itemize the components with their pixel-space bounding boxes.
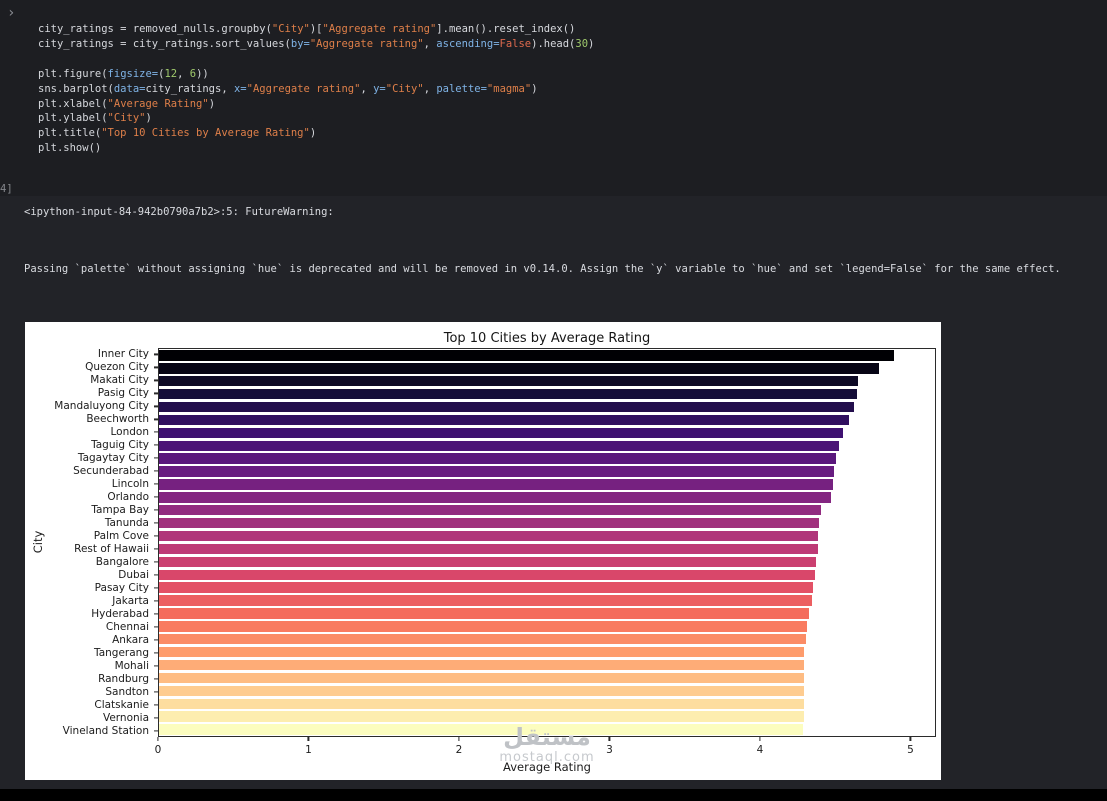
bar-randburg [159, 673, 804, 683]
code-line [38, 52, 594, 67]
bar-tagaytay-city [159, 453, 836, 463]
ytick-label: Sandton [105, 686, 149, 698]
ytick-label: Chennai [106, 621, 149, 633]
chart-title: Top 10 Cities by Average Rating [158, 331, 936, 346]
bar-ankara [159, 634, 806, 644]
code-line: plt.title("Top 10 Cities by Average Rati… [38, 126, 594, 141]
bar-quezon-city [159, 363, 879, 373]
xtick-label: 1 [305, 744, 312, 756]
bar-beechworth [159, 415, 849, 425]
code-line: city_ratings = city_ratings.sort_values(… [38, 37, 594, 52]
plot-area [158, 348, 936, 737]
bar-vernonia [159, 711, 804, 721]
bar-chennai [159, 621, 807, 631]
ytick-label: Inner City [98, 348, 149, 360]
bottom-bar [0, 789, 1107, 801]
bar-vineland-station [159, 724, 803, 734]
xtick-label: 3 [606, 744, 613, 756]
bar-hyderabad [159, 608, 809, 618]
code-line: sns.barplot(data=city_ratings, x="Aggreg… [38, 82, 594, 97]
xtick-mark [609, 737, 610, 741]
bar-makati-city [159, 376, 858, 386]
xtick-label: 0 [155, 744, 162, 756]
code-line: plt.figure(figsize=(12, 6)) [38, 67, 594, 82]
xtick-mark [759, 737, 760, 741]
code-line: city_ratings = removed_nulls.groupby("Ci… [38, 22, 594, 37]
ytick-label: Jakarta [112, 595, 149, 607]
cell-collapse-chevron-icon[interactable]: › [7, 5, 15, 21]
bar-clatskanie [159, 699, 804, 709]
ytick-label: Clatskanie [94, 699, 149, 711]
xtick-label: 4 [757, 744, 764, 756]
bar-london [159, 428, 843, 438]
code-line: plt.show() [38, 141, 594, 156]
code-editor[interactable]: city_ratings = removed_nulls.groupby("Ci… [38, 22, 594, 156]
xtick-label: 2 [456, 744, 463, 756]
ytick-label: Pasay City [95, 582, 149, 594]
ytick-label: Hyderabad [91, 608, 149, 620]
xtick-mark [308, 737, 309, 741]
ytick-label: Tanunda [105, 517, 149, 529]
bar-taguig-city [159, 441, 839, 451]
ytick-label: Quezon City [85, 361, 149, 373]
ytick-label: Lincoln [112, 478, 149, 490]
ytick-label: Dubai [118, 569, 149, 581]
bar-inner-city [159, 350, 894, 360]
bar-mandaluyong-city [159, 402, 854, 412]
ytick-label: Randburg [98, 673, 149, 685]
ytick-label: Rest of Hawaii [74, 543, 149, 555]
chart-figure: Top 10 Cities by Average Rating City Inn… [25, 322, 941, 780]
ytick-label: Vernonia [103, 712, 149, 724]
ytick-label: Tangerang [94, 647, 149, 659]
bar-sandton [159, 686, 804, 696]
ytick-label: Tagaytay City [78, 452, 149, 464]
code-cell: › city_ratings = removed_nulls.groupby("… [0, 0, 1107, 196]
ytick-label: Mandaluyong City [54, 400, 149, 412]
y-axis-labels: Inner CityQuezon CityMakati CityPasig Ci… [25, 348, 158, 737]
code-line: plt.xlabel("Average Rating") [38, 97, 594, 112]
ytick-label: Taguig City [91, 439, 149, 451]
cell-output: <ipython-input-84-942b0790a7b2>:5: Futur… [0, 196, 1107, 789]
bar-tangerang [159, 647, 804, 657]
ytick-label: Tampa Bay [91, 504, 149, 516]
bar-orlando [159, 492, 831, 502]
ytick-label: Makati City [90, 374, 149, 386]
warning-source-text: <ipython-input-84-942b0790a7b2>:5: Futur… [24, 206, 334, 218]
bar-pasay-city [159, 582, 813, 592]
ytick-label: Pasig City [98, 387, 149, 399]
ytick-label: Bangalore [96, 556, 149, 568]
chart-xlabel: Average Rating [158, 760, 936, 774]
bar-tanunda [159, 518, 819, 528]
ytick-label: Beechworth [86, 413, 149, 425]
bar-jakarta [159, 595, 812, 605]
ytick-label: Orlando [107, 491, 149, 503]
bar-lincoln [159, 479, 833, 489]
xtick-label: 5 [907, 744, 914, 756]
bar-mohali [159, 660, 804, 670]
code-line: plt.ylabel("City") [38, 111, 594, 126]
bar-pasig-city [159, 389, 857, 399]
xtick-mark [157, 737, 158, 741]
ytick-label: London [111, 426, 150, 438]
ytick-label: Palm Cove [94, 530, 149, 542]
bar-dubai [159, 570, 815, 580]
bar-palm-cove [159, 531, 818, 541]
bar-bangalore [159, 557, 816, 567]
bar-rest-of-hawaii [159, 544, 818, 554]
ytick-label: Mohali [115, 660, 149, 672]
warning-message-text: Passing `palette` without assigning `hue… [24, 263, 1061, 275]
ytick-label: Ankara [112, 634, 149, 646]
bar-tampa-bay [159, 505, 821, 515]
ytick-label: Secunderabad [73, 465, 149, 477]
xtick-mark [458, 737, 459, 741]
ytick-label: Vineland Station [63, 725, 149, 737]
execution-count-label: 4] [0, 183, 13, 195]
xtick-mark [910, 737, 911, 741]
bar-secunderabad [159, 466, 834, 476]
